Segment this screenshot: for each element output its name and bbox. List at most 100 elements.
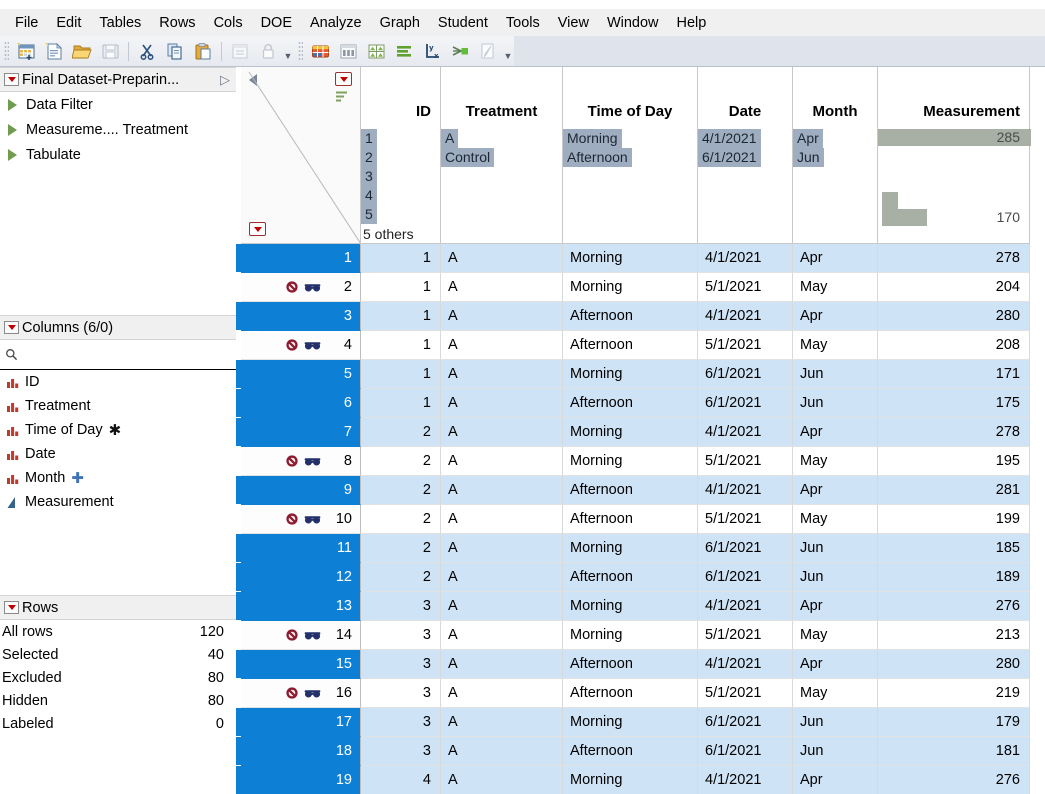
table-row[interactable]: 61AAfternoon6/1/2021Jun175 xyxy=(241,389,1045,418)
cell-time-of-day[interactable]: Afternoon xyxy=(563,302,698,331)
cell-measurement[interactable]: 276 xyxy=(878,592,1030,621)
grid-rows-red-triangle-menu-icon[interactable] xyxy=(249,222,266,236)
cell-id[interactable]: 3 xyxy=(361,679,441,708)
cell-id[interactable]: 1 xyxy=(361,273,441,302)
column-list-item-id[interactable]: ID xyxy=(0,370,236,394)
cell-measurement[interactable]: 195 xyxy=(878,447,1030,476)
cell-date[interactable]: 5/1/2021 xyxy=(698,621,793,650)
table-row[interactable]: 163AAfternoon5/1/2021May219 xyxy=(241,679,1045,708)
cell-date[interactable]: 6/1/2021 xyxy=(698,563,793,592)
cell-id[interactable]: 3 xyxy=(361,650,441,679)
menu-item-edit[interactable]: Edit xyxy=(47,11,90,35)
cell-month[interactable]: Apr xyxy=(793,766,878,794)
cell-time-of-day[interactable]: Morning xyxy=(563,621,698,650)
run-script-triangle-icon[interactable] xyxy=(8,149,17,161)
table-row[interactable]: 31AAfternoon4/1/2021Apr280 xyxy=(241,302,1045,331)
table-row[interactable]: 11AMorning4/1/2021Apr278 xyxy=(241,244,1045,273)
cell-id[interactable]: 3 xyxy=(361,737,441,766)
cell-treatment[interactable]: A xyxy=(441,476,563,505)
cell-time-of-day[interactable]: Afternoon xyxy=(563,737,698,766)
cell-treatment[interactable]: A xyxy=(441,679,563,708)
row-number-header[interactable]: 5 xyxy=(241,360,361,389)
red-triangle-menu-icon[interactable] xyxy=(4,73,19,86)
cell-month[interactable]: Jun xyxy=(793,389,878,418)
cell-date[interactable]: 4/1/2021 xyxy=(698,476,793,505)
table-row[interactable]: 102AAfternoon5/1/2021May199 xyxy=(241,505,1045,534)
table-row[interactable]: 153AAfternoon4/1/2021Apr280 xyxy=(241,650,1045,679)
menu-item-view[interactable]: View xyxy=(549,11,598,35)
row-number-header[interactable]: 14 xyxy=(241,621,361,650)
graph-builder-icon[interactable]: y x xyxy=(419,38,445,64)
menu-item-cols[interactable]: Cols xyxy=(205,11,252,35)
cell-time-of-day[interactable]: Morning xyxy=(563,273,698,302)
cell-id[interactable]: 2 xyxy=(361,505,441,534)
toolbar-grip-icon-2[interactable] xyxy=(298,41,303,61)
row-stat-hidden[interactable]: Hidden80 xyxy=(0,689,236,712)
cell-date[interactable]: 5/1/2021 xyxy=(698,505,793,534)
row-number-header[interactable]: 15 xyxy=(241,650,361,679)
cell-month[interactable]: Jun xyxy=(793,360,878,389)
cell-id[interactable]: 2 xyxy=(361,476,441,505)
cell-time-of-day[interactable]: Morning xyxy=(563,418,698,447)
cell-month[interactable]: May xyxy=(793,679,878,708)
table-row[interactable]: 183AAfternoon6/1/2021Jun181 xyxy=(241,737,1045,766)
cell-date[interactable]: 6/1/2021 xyxy=(698,389,793,418)
row-number-header[interactable]: 1 xyxy=(241,244,361,273)
cell-month[interactable]: Apr xyxy=(793,592,878,621)
cell-date[interactable]: 5/1/2021 xyxy=(698,331,793,360)
data-table-icon[interactable] xyxy=(307,38,333,64)
cell-measurement[interactable]: 199 xyxy=(878,505,1030,534)
cell-time-of-day[interactable]: Morning xyxy=(563,244,698,273)
cell-month[interactable]: Apr xyxy=(793,302,878,331)
row-number-header[interactable]: 16 xyxy=(241,679,361,708)
row-number-header[interactable]: 13 xyxy=(241,592,361,621)
cell-month[interactable]: May xyxy=(793,621,878,650)
save-icon[interactable] xyxy=(97,38,123,64)
cell-treatment[interactable]: A xyxy=(441,766,563,794)
formula-asterisk-icon[interactable]: ✱ xyxy=(109,421,122,439)
cell-time-of-day[interactable]: Morning xyxy=(563,447,698,476)
cell-treatment[interactable]: A xyxy=(441,650,563,679)
column-list-item-date[interactable]: Date xyxy=(0,442,236,466)
row-number-header[interactable]: 9 xyxy=(241,476,361,505)
menu-item-window[interactable]: Window xyxy=(598,11,668,35)
cell-date[interactable]: 6/1/2021 xyxy=(698,360,793,389)
row-number-header[interactable]: 19 xyxy=(241,766,361,794)
cell-measurement[interactable]: 219 xyxy=(878,679,1030,708)
column-header-time-of-day[interactable]: Time of DayMorningAfternoon xyxy=(563,67,698,244)
column-summary-value[interactable]: Morning xyxy=(563,129,697,148)
run-script-triangle-icon[interactable] xyxy=(8,124,17,136)
cell-time-of-day[interactable]: Morning xyxy=(563,708,698,737)
column-header-id[interactable]: ID123455 others xyxy=(361,67,441,244)
row-number-header[interactable]: 12 xyxy=(241,563,361,592)
cell-id[interactable]: 3 xyxy=(361,621,441,650)
row-state-icons[interactable] xyxy=(285,454,321,468)
cell-month[interactable]: Jun xyxy=(793,737,878,766)
row-state-icons[interactable] xyxy=(285,628,321,642)
column-summary-value[interactable]: Control xyxy=(441,148,562,167)
table-row[interactable]: 143AMorning5/1/2021May213 xyxy=(241,621,1045,650)
sidebar-script-measureme-treatment[interactable]: Measureme.... Treatment xyxy=(0,117,236,142)
cell-id[interactable]: 1 xyxy=(361,331,441,360)
row-state-icons[interactable] xyxy=(285,280,321,294)
cell-month[interactable]: May xyxy=(793,273,878,302)
column-header-measurement[interactable]: Measurement285170 xyxy=(878,67,1030,244)
table-row[interactable]: 122AAfternoon6/1/2021Jun189 xyxy=(241,563,1045,592)
cell-treatment[interactable]: A xyxy=(441,592,563,621)
table-row[interactable]: 72AMorning4/1/2021Apr278 xyxy=(241,418,1045,447)
cell-date[interactable]: 6/1/2021 xyxy=(698,708,793,737)
row-number-header[interactable]: 6 xyxy=(241,389,361,418)
cell-id[interactable]: 2 xyxy=(361,563,441,592)
row-stat-excluded[interactable]: Excluded80 xyxy=(0,666,236,689)
cell-treatment[interactable]: A xyxy=(441,534,563,563)
row-number-header[interactable]: 3 xyxy=(241,302,361,331)
toolbar-grip-icon[interactable] xyxy=(4,41,9,61)
table-row[interactable]: 92AAfternoon4/1/2021Apr281 xyxy=(241,476,1045,505)
menu-item-help[interactable]: Help xyxy=(668,11,716,35)
column-summary-others[interactable]: 5 others xyxy=(361,224,440,243)
cell-measurement[interactable]: 280 xyxy=(878,650,1030,679)
cell-id[interactable]: 1 xyxy=(361,302,441,331)
table-row[interactable]: 21AMorning5/1/2021May204 xyxy=(241,273,1045,302)
cell-month[interactable]: Apr xyxy=(793,418,878,447)
cell-time-of-day[interactable]: Afternoon xyxy=(563,650,698,679)
